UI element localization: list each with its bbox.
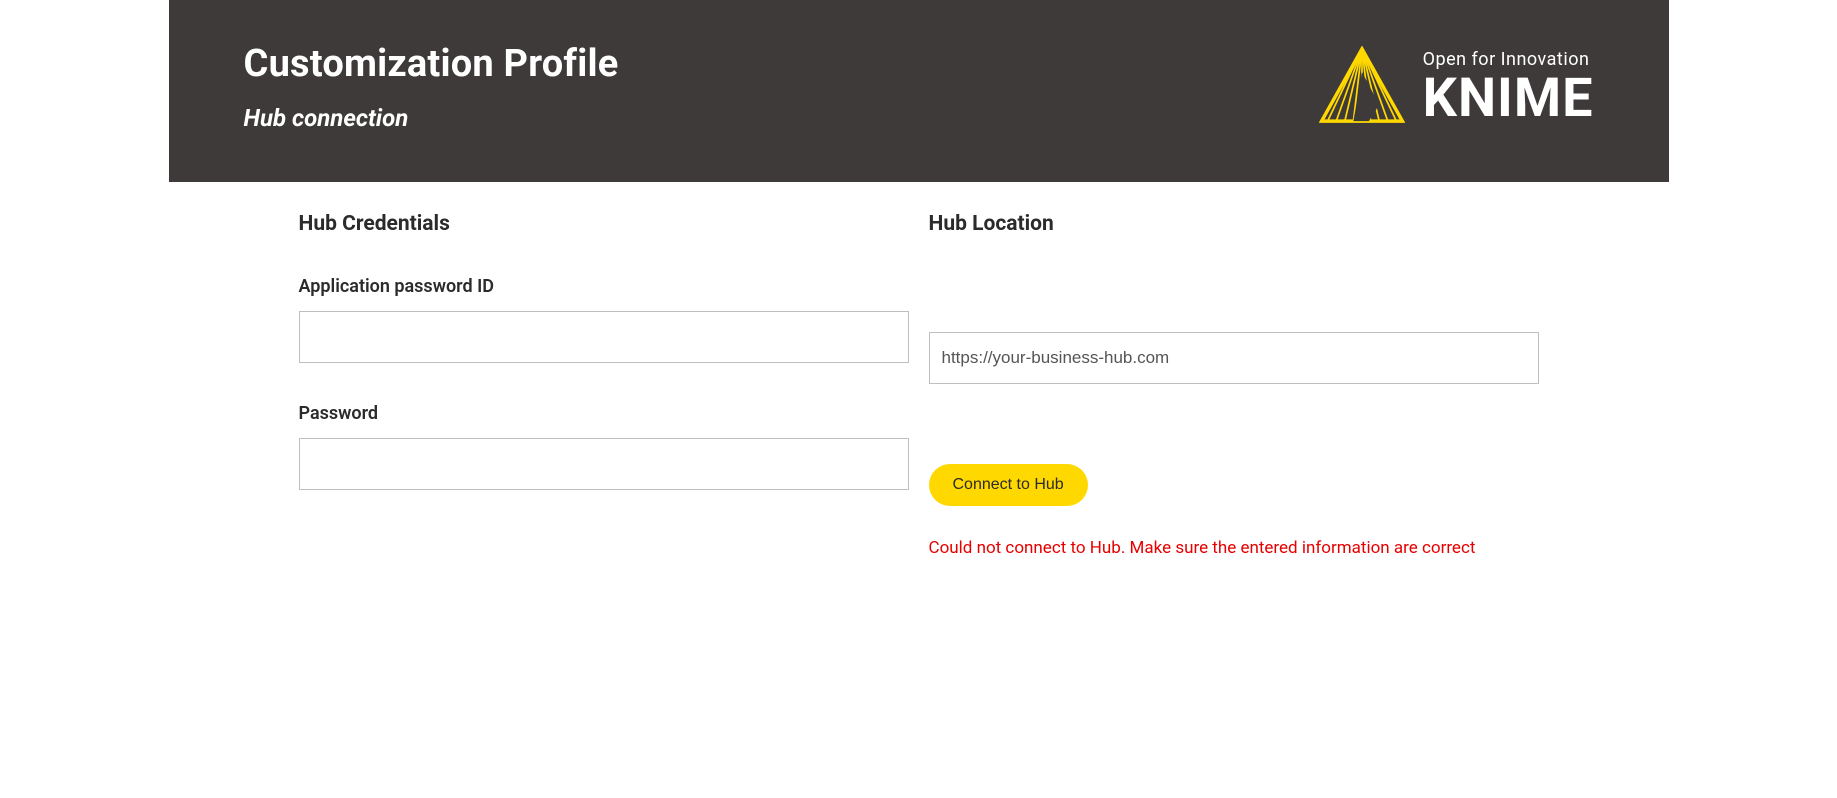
password-label: Password xyxy=(299,403,909,424)
header-bar: Customization Profile Hub connection xyxy=(169,0,1669,182)
hub-credentials-heading: Hub Credentials xyxy=(299,212,909,236)
page-title: Customization Profile xyxy=(244,42,619,86)
connect-to-hub-button[interactable]: Connect to Hub xyxy=(929,464,1088,506)
password-input[interactable] xyxy=(299,438,909,490)
page-subtitle: Hub connection xyxy=(244,104,619,132)
connection-error-message: Could not connect to Hub. Make sure the … xyxy=(929,536,1489,561)
logo-wordmark: KNIME xyxy=(1423,72,1594,126)
hub-url-input[interactable] xyxy=(929,332,1539,384)
app-password-id-label: Application password ID xyxy=(299,276,909,297)
hub-location-heading: Hub Location xyxy=(929,212,1539,236)
app-password-id-input[interactable] xyxy=(299,311,909,363)
knime-logo: Open for Innovation KNIME xyxy=(1319,46,1594,128)
knime-triangle-icon xyxy=(1319,46,1405,128)
